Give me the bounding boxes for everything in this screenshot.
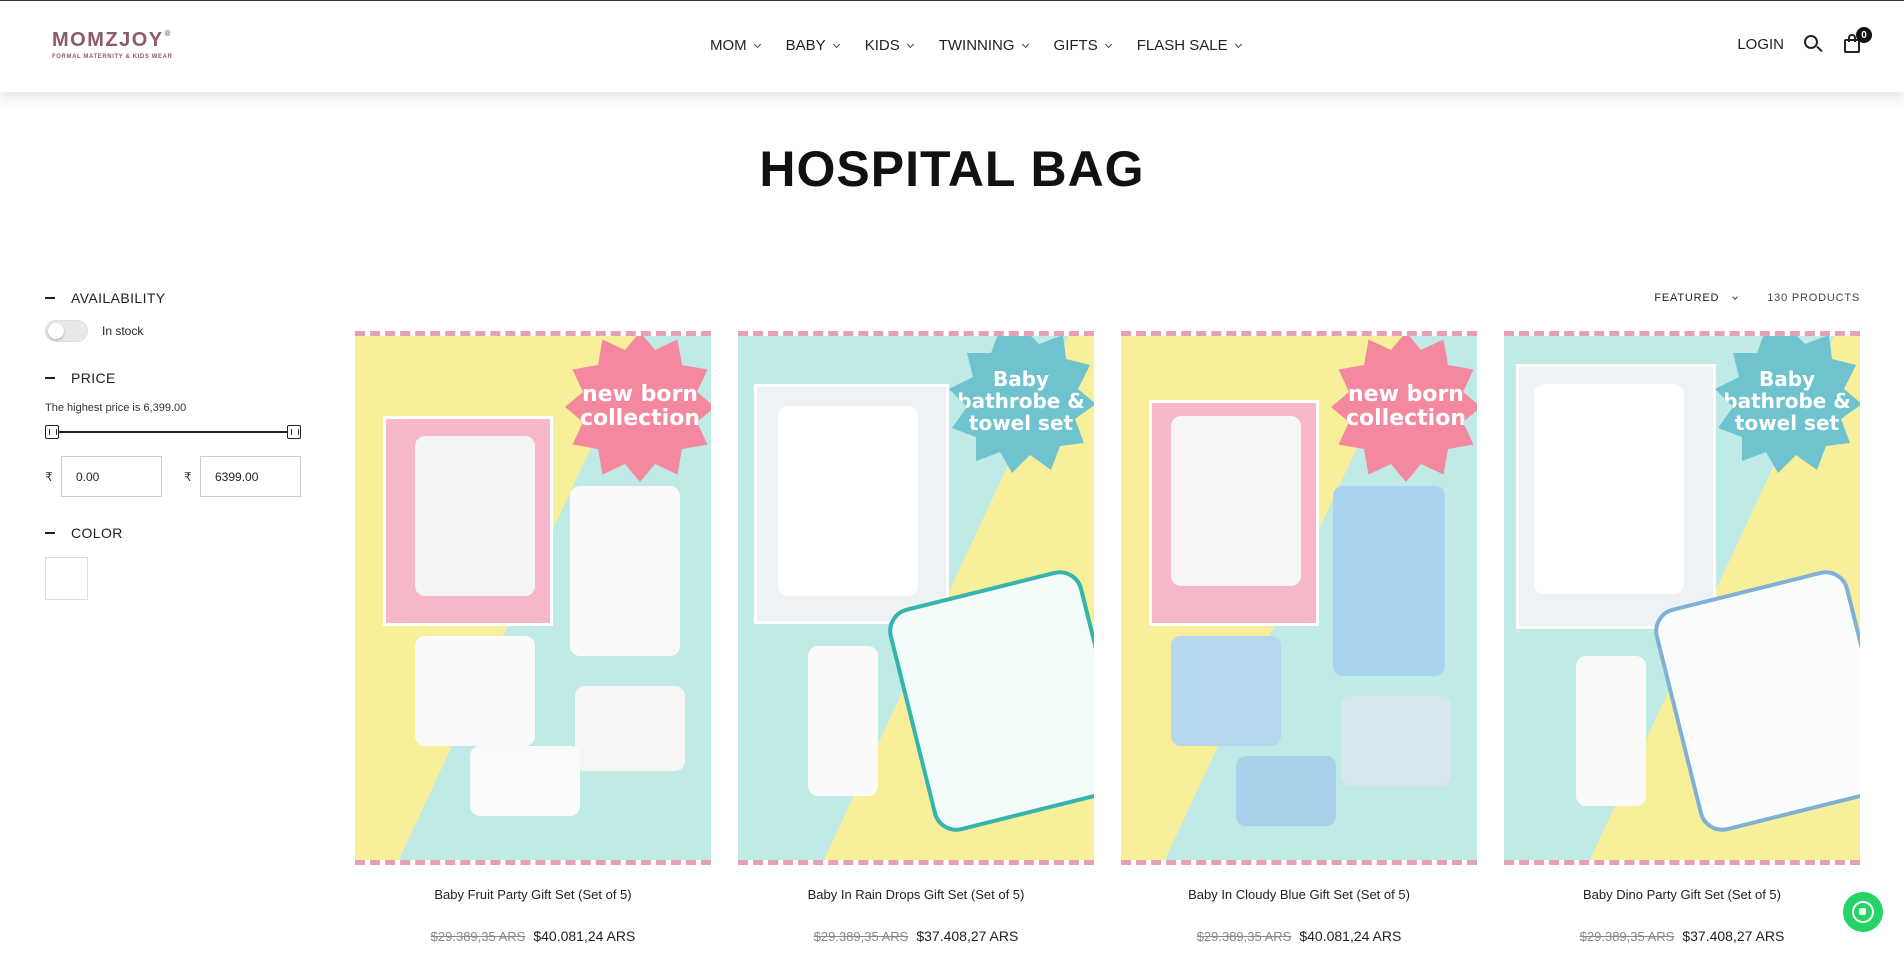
nav-item-label: GIFTS [1053,37,1098,54]
sale-price: $40.081,24 ARS [533,928,636,944]
chevron-down-icon [753,40,761,48]
in-stock-label: In stock [102,324,144,338]
sort-dropdown[interactable]: FEATURED [1654,292,1739,304]
nav-item-label: BABY [785,37,826,54]
price-inputs: ₹ ₹ [45,456,305,497]
cart-count-badge: 0 [1856,27,1872,43]
collapse-icon [45,532,55,534]
currency-symbol: ₹ [184,469,192,484]
product-name[interactable]: Baby Fruit Party Gift Set (Set of 5) [355,887,711,902]
product-image[interactable]: Baby bathrobe & towel set [738,331,1094,865]
sort-label: FEATURED [1654,292,1720,304]
product-grid: new born collection Baby Fruit Party Gif… [355,331,1860,944]
login-link[interactable]: LOGIN [1737,36,1784,53]
sale-price: $40.081,24 ARS [1299,928,1402,944]
product-image[interactable]: Baby bathrobe & towel set [1504,331,1860,865]
nav-item-gifts[interactable]: GIFTS [1053,37,1112,54]
product-card[interactable]: new born collection Baby Fruit Party Gif… [355,331,711,944]
product-name[interactable]: Baby In Rain Drops Gift Set (Set of 5) [738,887,1094,902]
nav-item-kids[interactable]: KIDS [864,37,914,54]
availability-filter-toggle[interactable]: AVAILABILITY [45,290,305,306]
product-card[interactable]: Baby bathrobe & towel set Baby In Rain D… [738,331,1094,944]
nav-item-flash-sale[interactable]: FLASH SALE [1136,37,1242,54]
collection-toolbar: FEATURED 130 PRODUCTS [1654,292,1860,304]
brand-logo[interactable]: MOMZJOY® FORMAL MATERNITY & KIDS WEAR [52,29,172,60]
chevron-down-icon [906,40,914,48]
compare-at-price: $29.389,35 ARS [430,929,526,944]
chevron-down-icon [832,40,840,48]
nav-item-label: TWINNING [938,37,1015,54]
page-title: HOSPITAL BAG [759,141,1145,197]
color-filter-toggle[interactable]: COLOR [45,525,305,541]
currency-symbol: ₹ [45,469,53,484]
highest-price-note: The highest price is 6,399.00 [45,402,187,414]
sale-price: $37.408,27 ARS [916,928,1019,944]
collapse-icon [45,377,55,379]
brand-name: MOMZJOY [52,29,164,51]
compare-at-price: $29.389,35 ARS [813,929,909,944]
product-name[interactable]: Baby In Cloudy Blue Gift Set (Set of 5) [1121,887,1477,902]
registered-mark: ® [164,29,173,38]
range-track [49,431,297,433]
collapse-icon [45,297,55,299]
product-price: $29.389,35 ARS $37.408,27 ARS [1504,928,1860,944]
search-icon[interactable] [1802,33,1824,55]
price-min-input[interactable] [61,456,162,497]
product-name[interactable]: Baby Dino Party Gift Set (Set of 5) [1504,887,1860,902]
in-stock-row: In stock [45,320,305,342]
switch-knob [48,323,64,339]
nav-item-label: MOM [710,37,747,54]
compare-at-price: $29.389,35 ARS [1196,929,1292,944]
sale-price: $37.408,27 ARS [1682,928,1785,944]
product-price: $29.389,35 ARS $37.408,27 ARS [738,928,1094,944]
compare-at-price: $29.389,35 ARS [1579,929,1675,944]
filter-heading: COLOR [71,525,123,541]
chevron-down-icon [1234,40,1242,48]
nav-item-mom[interactable]: MOM [710,37,761,54]
nav-item-label: FLASH SALE [1136,37,1228,54]
product-price: $29.389,35 ARS $40.081,24 ARS [1121,928,1477,944]
product-price: $29.389,35 ARS $40.081,24 ARS [355,928,711,944]
brand-tagline: FORMAL MATERNITY & KIDS WEAR [52,54,173,60]
nav-item-label: KIDS [864,37,900,54]
whatsapp-chat-button[interactable] [1843,892,1883,932]
product-count: 130 PRODUCTS [1767,292,1860,304]
nav-item-twinning[interactable]: TWINNING [938,37,1029,54]
chevron-down-icon [1104,40,1112,48]
cart-icon[interactable]: 0 [1842,27,1872,55]
site-header: MOMZJOY® FORMAL MATERNITY & KIDS WEAR MO… [0,0,1904,92]
product-card[interactable]: new born collection Baby In Cloudy Blue … [1121,331,1477,944]
product-card[interactable]: Baby bathrobe & towel set Baby Dino Part… [1504,331,1860,944]
filter-sidebar: AVAILABILITY In stock PRICE The highest … [45,290,305,600]
main-nav: MOM BABY KIDS TWINNING GIFTS FLASH SALE [710,37,1242,54]
product-image[interactable]: new born collection [1121,331,1477,865]
in-stock-switch[interactable] [45,320,88,342]
range-min-handle[interactable] [45,425,59,439]
range-max-handle[interactable] [287,425,301,439]
nav-item-baby[interactable]: BABY [785,37,840,54]
whatsapp-icon [1852,901,1874,923]
color-swatch-white[interactable] [45,557,88,600]
filter-heading: PRICE [71,370,116,386]
chevron-down-icon [1021,40,1029,48]
chevron-down-icon [1732,293,1739,300]
price-max-input[interactable] [200,456,301,497]
price-filter-toggle[interactable]: PRICE [45,370,305,386]
filter-heading: AVAILABILITY [71,290,166,306]
product-image[interactable]: new born collection [355,331,711,865]
price-range-slider [45,424,301,440]
header-actions: LOGIN 0 [1737,27,1872,55]
